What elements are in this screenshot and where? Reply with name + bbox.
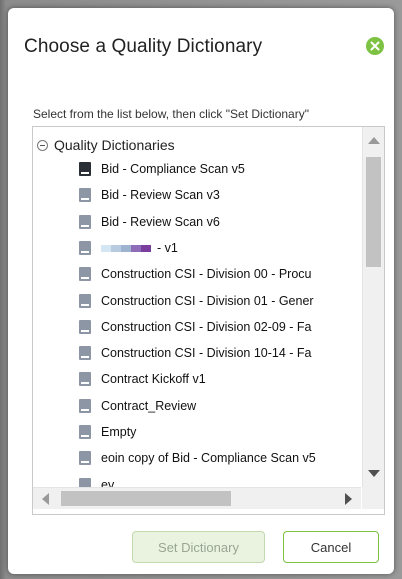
tree-root-label: Quality Dictionaries [54, 137, 175, 153]
dialog-title: Choose a Quality Dictionary [24, 36, 263, 57]
dictionary-tree: Quality Dictionaries Bid - Compliance Sc… [32, 126, 385, 515]
collapse-icon[interactable] [37, 139, 48, 151]
dictionary-book-icon [79, 241, 91, 255]
dictionary-book-icon [79, 372, 91, 386]
dictionary-book-icon [79, 478, 91, 487]
dictionary-book-icon [79, 320, 91, 334]
scroll-left-arrow-icon[interactable] [42, 493, 49, 505]
dictionary-book-icon [79, 294, 91, 308]
dictionary-item-label: Construction CSI - Division 10-14 - Fa [101, 346, 312, 360]
dictionary-book-icon [79, 162, 91, 176]
tree-root-node[interactable]: Quality Dictionaries [37, 135, 175, 155]
dictionary-book-icon [79, 215, 91, 229]
scrollbar-corner [362, 487, 384, 509]
dictionary-item-label: Construction CSI - Division 01 - Gener [101, 294, 314, 308]
dictionary-list-item[interactable]: Construction CSI - Division 01 - Gener [79, 291, 314, 311]
dictionary-list-item[interactable]: Construction CSI - Division 10-14 - Fa [79, 343, 312, 363]
dictionary-item-label: Bid - Review Scan v3 [101, 188, 220, 202]
scroll-down-arrow-icon[interactable] [368, 470, 380, 477]
dictionary-list-item[interactable]: - v1 [79, 238, 178, 258]
scroll-up-arrow-icon[interactable] [368, 137, 380, 144]
dictionary-book-icon [79, 267, 91, 281]
dictionary-list-item[interactable]: Empty [79, 422, 136, 442]
dictionary-list-item[interactable]: Contract_Review [79, 396, 196, 416]
horizontal-scroll-thumb[interactable] [61, 491, 231, 506]
dictionary-list-item[interactable]: Bid - Review Scan v6 [79, 212, 220, 232]
dictionary-list-item[interactable]: ev [79, 475, 114, 487]
vertical-scrollbar[interactable] [362, 127, 384, 487]
dictionary-list-item[interactable]: Bid - Review Scan v3 [79, 185, 220, 205]
quality-dictionary-dialog: Choose a Quality Dictionary Select from … [8, 8, 394, 574]
dictionary-item-label: ev [101, 478, 115, 487]
tree-content: Quality Dictionaries Bid - Compliance Sc… [33, 127, 361, 487]
dictionary-list-item[interactable]: Bid - Compliance Scan v5 [79, 159, 245, 179]
close-icon[interactable] [366, 37, 384, 55]
dictionary-item-label: Contract_Review [101, 399, 197, 413]
dictionary-list-item[interactable]: Construction CSI - Division 00 - Procu [79, 264, 312, 284]
color-swatch [101, 244, 151, 252]
set-dictionary-button[interactable]: Set Dictionary [132, 531, 265, 563]
dictionary-item-label: Contract Kickoff v1 [101, 372, 206, 386]
dictionary-book-icon [79, 451, 91, 465]
dictionary-list-item[interactable]: Contract Kickoff v1 [79, 369, 206, 389]
dictionary-item-label: Construction CSI - Division 02-09 - Fa [101, 320, 312, 334]
vertical-scroll-thumb[interactable] [366, 157, 381, 267]
dictionary-book-icon [79, 399, 91, 413]
dictionary-item-label: - v1 [157, 241, 178, 255]
dictionary-item-label: Bid - Compliance Scan v5 [101, 162, 245, 176]
dictionary-item-label: Bid - Review Scan v6 [101, 215, 220, 229]
cancel-button[interactable]: Cancel [283, 531, 379, 563]
dictionary-book-icon [79, 425, 91, 439]
dictionary-item-label: Construction CSI - Division 00 - Procu [101, 267, 312, 281]
dictionary-book-icon [79, 346, 91, 360]
scroll-right-arrow-icon[interactable] [345, 493, 352, 505]
dictionary-list-item[interactable]: Construction CSI - Division 02-09 - Fa [79, 317, 312, 337]
dictionary-list-item[interactable]: eoin copy of Bid - Compliance Scan v5 [79, 448, 316, 468]
instructions-text: Select from the list below, then click "… [33, 107, 309, 121]
dictionary-item-label: eoin copy of Bid - Compliance Scan v5 [101, 451, 316, 465]
dictionary-item-label: Empty [101, 425, 137, 439]
horizontal-scrollbar[interactable] [33, 487, 361, 509]
dictionary-book-icon [79, 188, 91, 202]
